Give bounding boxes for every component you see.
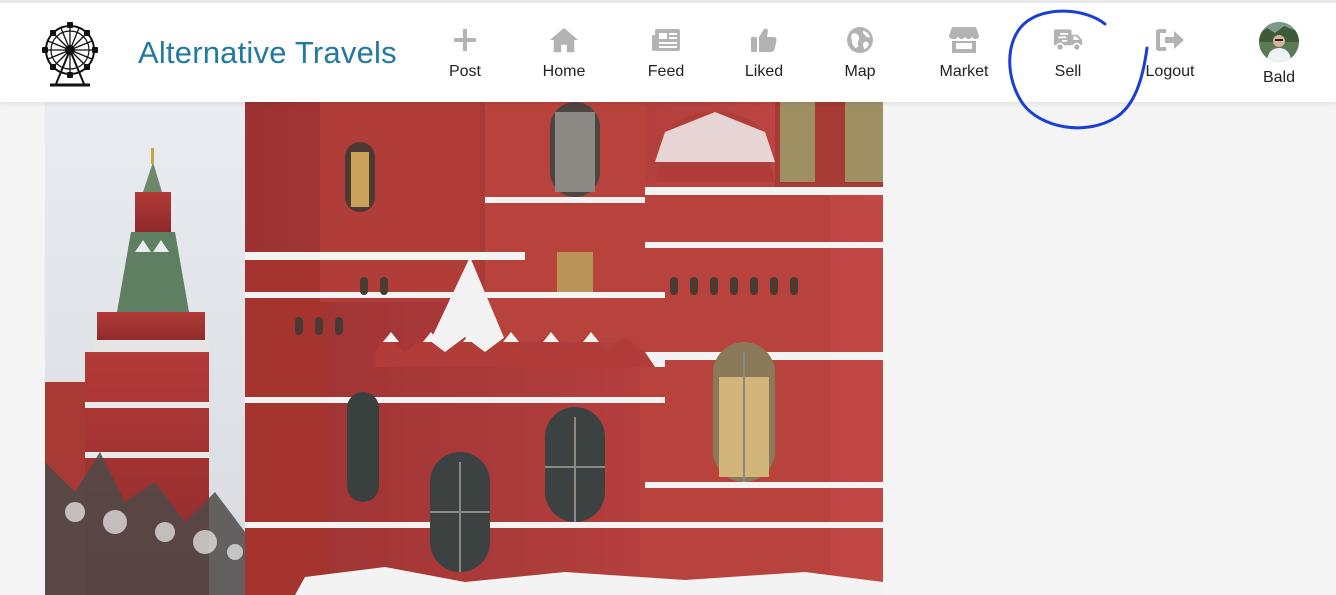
nav-label-sell: Sell <box>1054 63 1082 80</box>
post-photo[interactable] <box>45 102 883 595</box>
globe-icon <box>845 25 875 55</box>
ferris-wheel-logo[interactable] <box>38 20 102 90</box>
nav-sell[interactable]: Sell <box>1023 25 1113 89</box>
home-icon <box>549 25 579 55</box>
brand-title[interactable]: Alternative Travels <box>138 35 397 71</box>
avatar[interactable] <box>1259 22 1299 62</box>
nav-liked[interactable]: Liked <box>719 25 809 89</box>
nav-feed[interactable]: Feed <box>621 25 711 89</box>
navbar: Alternative Travels Post Home Feed Liked… <box>0 3 1336 102</box>
nav-label-profile: Bald <box>1262 69 1296 86</box>
nav-label-logout: Logout <box>1145 63 1195 80</box>
nav-home[interactable]: Home <box>519 25 609 89</box>
nav-label-liked: Liked <box>744 63 784 80</box>
nav-logout[interactable]: Logout <box>1125 25 1215 89</box>
nav-label-home: Home <box>542 63 586 80</box>
thumbs-up-icon <box>749 25 779 55</box>
nav-market[interactable]: Market <box>919 25 1009 89</box>
plus-icon <box>450 25 480 55</box>
truck-icon <box>1053 25 1083 55</box>
store-icon <box>949 25 979 55</box>
newspaper-icon <box>651 25 681 55</box>
sign-out-icon <box>1155 25 1185 55</box>
nav-map[interactable]: Map <box>815 25 905 89</box>
nav-post[interactable]: Post <box>420 25 510 89</box>
nav-label-feed: Feed <box>647 63 685 80</box>
nav-profile[interactable]: Bald <box>1234 22 1324 89</box>
nav-label-market: Market <box>939 63 989 80</box>
nav-label-post: Post <box>448 63 481 80</box>
nav-label-map: Map <box>844 63 876 80</box>
